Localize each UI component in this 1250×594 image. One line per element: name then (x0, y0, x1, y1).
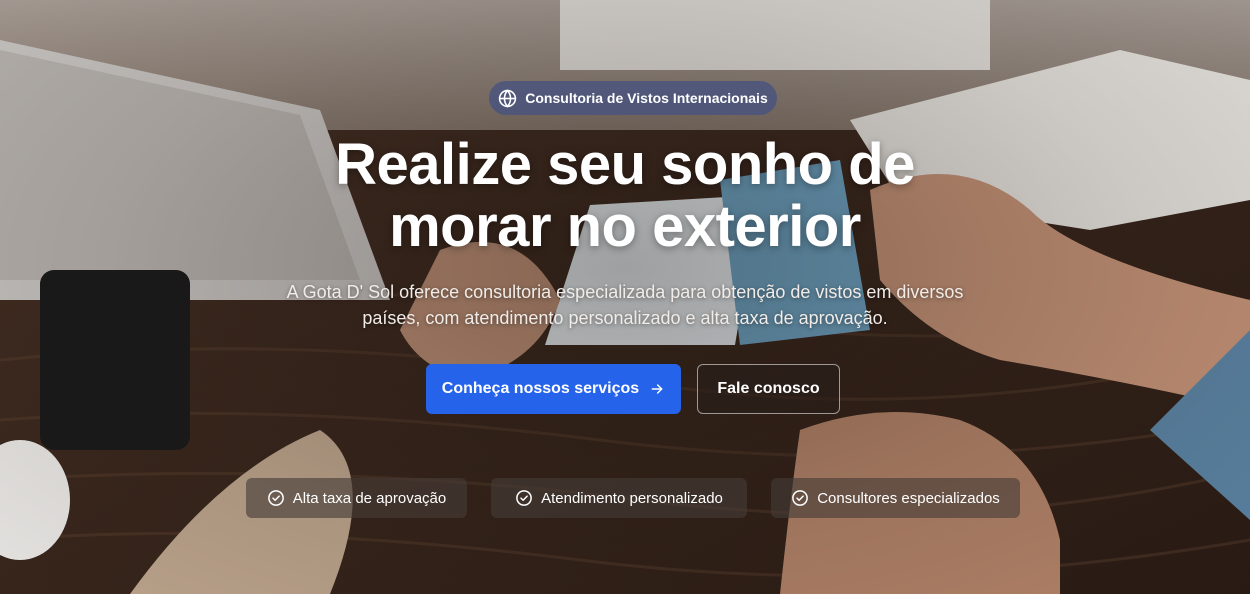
contact-button[interactable]: Fale conosco (697, 364, 840, 414)
feature-expert-consultants: Consultores especializados (771, 478, 1020, 518)
feature-label: Atendimento personalizado (541, 489, 723, 507)
feature-label: Consultores especializados (817, 489, 1000, 507)
badge-label: Consultoria de Vistos Internacionais (525, 90, 768, 106)
contact-button-label: Fale conosco (717, 380, 820, 397)
feature-approval-rate: Alta taxa de aprovação (246, 478, 467, 518)
check-circle-icon (515, 489, 533, 507)
feature-label: Alta taxa de aprovação (292, 489, 447, 507)
subtitle-line-2: países, com atendimento personalizado e … (362, 308, 888, 328)
services-button[interactable]: Conheça nossos serviços (426, 364, 681, 414)
hero-content: Consultoria de Vistos Internacionais Rea… (0, 0, 1250, 594)
subtitle-line-1: A Gota D' Sol oferece consultoria especi… (286, 282, 964, 302)
title-line-1: Realize seu sonho de (335, 132, 915, 197)
check-circle-icon (267, 489, 285, 507)
title-line-2: morar no exterior (389, 194, 861, 259)
page-title: Realize seu sonho de morar no exterior (200, 134, 1050, 258)
check-circle-icon (791, 489, 809, 507)
feature-personalized-service: Atendimento personalizado (491, 478, 747, 518)
arrow-right-icon (649, 381, 665, 397)
services-button-label: Conheça nossos serviços (441, 380, 640, 397)
hero-subtitle: A Gota D' Sol oferece consultoria especi… (245, 279, 1005, 331)
hero-section: Consultoria de Vistos Internacionais Rea… (0, 0, 1250, 594)
category-badge: Consultoria de Vistos Internacionais (489, 81, 777, 115)
globe-icon (498, 88, 517, 108)
